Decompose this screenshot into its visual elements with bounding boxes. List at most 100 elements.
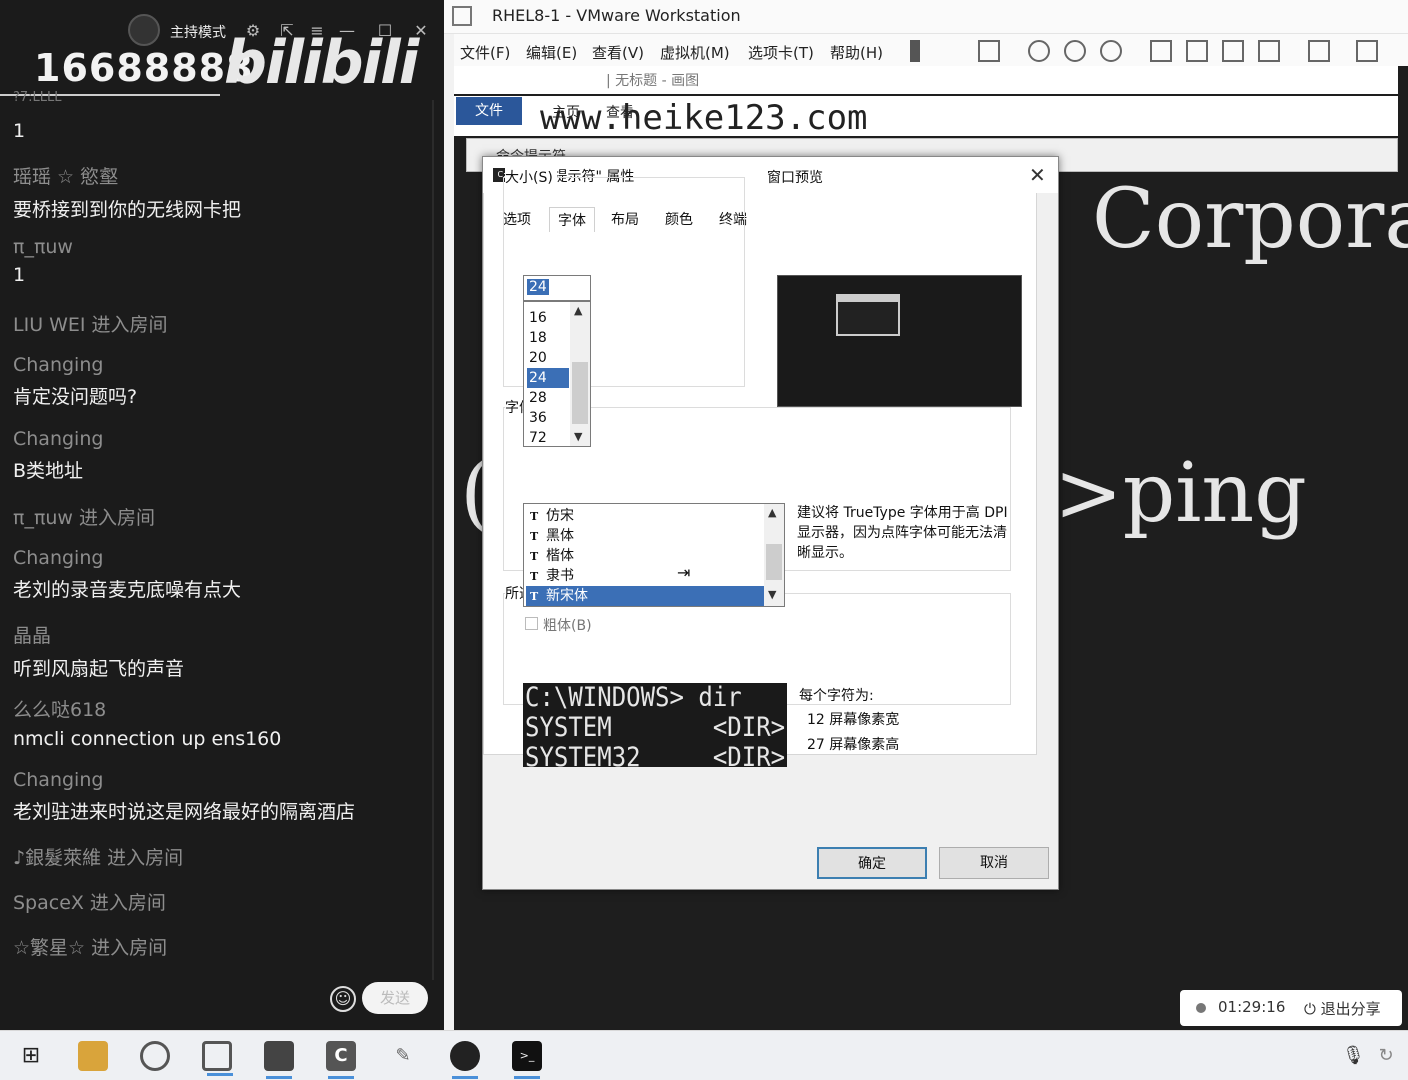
thumbnail-icon[interactable] bbox=[1186, 40, 1208, 62]
avatar-icon[interactable] bbox=[450, 1041, 480, 1079]
font-option-label: 新宋体 bbox=[546, 588, 588, 604]
console-text-corpora: Corpora bbox=[1092, 172, 1408, 267]
font-option[interactable]: T 隶书 bbox=[526, 566, 764, 586]
ok-button[interactable]: 确定 bbox=[817, 847, 927, 879]
file-explorer-icon[interactable] bbox=[78, 1041, 108, 1071]
stretch-icon[interactable] bbox=[1356, 40, 1378, 62]
screen-share-bar: 01:29:16 ⏻ 退出分享 bbox=[1180, 990, 1402, 1026]
join-text: 进入房间 bbox=[91, 937, 168, 959]
font-option[interactable]: T 仿宋 bbox=[526, 506, 764, 526]
unity-icon[interactable] bbox=[1258, 40, 1280, 62]
menu-tabs[interactable]: 选项卡(T) bbox=[748, 42, 814, 63]
font-option-selected[interactable]: T 新宋体 bbox=[526, 586, 764, 606]
chat-message: π_πuw 1 bbox=[13, 236, 433, 286]
snapshot-manager-icon[interactable] bbox=[1100, 40, 1122, 62]
join-text: 进入房间 bbox=[78, 507, 155, 529]
scroll-up-icon[interactable]: ▲ bbox=[574, 304, 582, 317]
chat-username[interactable]: π_πuw bbox=[13, 236, 433, 258]
chat-username[interactable]: Changing bbox=[13, 769, 433, 791]
chat-message: 晶晶 听到风扇起飞的声音 bbox=[13, 621, 433, 681]
send-keys-icon[interactable] bbox=[978, 40, 1000, 62]
paint-titlebar bbox=[454, 66, 1398, 94]
revert-snapshot-icon[interactable] bbox=[1064, 40, 1086, 62]
chat-username[interactable]: Changing bbox=[13, 354, 433, 376]
scroll-up-icon[interactable]: ▲ bbox=[768, 506, 776, 519]
chat-join-notice: LIU WEI 进入房间 bbox=[13, 310, 433, 337]
chat-message: 瑶瑶 ☆ 慾壑 要桥接到到你的无线网卡把 bbox=[13, 162, 433, 222]
size-input[interactable]: 24 bbox=[523, 275, 591, 301]
font-option[interactable]: T 楷体 bbox=[526, 546, 764, 566]
truetype-icon: T bbox=[530, 590, 539, 603]
scroll-down-icon[interactable]: ▼ bbox=[768, 588, 776, 601]
partial-username: ?7:LLLL bbox=[13, 90, 62, 105]
emoji-icon[interactable]: ☺ bbox=[330, 986, 356, 1012]
chat-text: 要桥接到到你的无线网卡把 bbox=[13, 199, 242, 221]
console-view-icon[interactable] bbox=[1308, 40, 1330, 62]
chat-text: 老刘驻进来时说这是网络最好的隔离酒店 bbox=[13, 801, 356, 823]
chat-username[interactable]: 晶晶 bbox=[13, 621, 433, 648]
host-mode-label[interactable]: 主持模式 bbox=[170, 22, 226, 42]
recording-dot-icon bbox=[1196, 1003, 1206, 1013]
size-option[interactable]: 72 bbox=[527, 428, 569, 448]
bold-checkbox[interactable] bbox=[525, 617, 538, 630]
start-icon[interactable]: ⊞ bbox=[16, 1041, 46, 1071]
chat-text: 肯定没问题吗? bbox=[13, 386, 138, 408]
chat-username[interactable]: Changing bbox=[13, 428, 433, 450]
scroll-down-icon[interactable]: ▼ bbox=[574, 430, 582, 443]
fullscreen-icon[interactable] bbox=[1222, 40, 1244, 62]
chat-username[interactable]: π_πuw bbox=[13, 507, 73, 529]
font-option[interactable]: T 黑体 bbox=[526, 526, 764, 546]
menu-vm[interactable]: 虚拟机(M) bbox=[660, 42, 730, 63]
monitor-icon[interactable] bbox=[264, 1041, 294, 1079]
menu-edit[interactable]: 编辑(E) bbox=[526, 42, 577, 63]
scroll-thumb[interactable] bbox=[572, 362, 588, 424]
font-list-scrollbar[interactable]: ▲ ▼ bbox=[764, 504, 784, 606]
chat-username[interactable]: 么么哒618 bbox=[13, 695, 433, 722]
terminal-icon[interactable]: >_ bbox=[512, 1041, 542, 1079]
chat-username[interactable]: ♪銀髮萊維 bbox=[13, 847, 101, 869]
vmware-icon[interactable] bbox=[202, 1041, 233, 1076]
chat-message: Changing 肯定没问题吗? bbox=[13, 354, 433, 409]
chat-username[interactable]: LIU WEI bbox=[13, 314, 86, 336]
char-width: 12 屏幕像素宽 bbox=[807, 712, 900, 728]
size-option[interactable]: 16 bbox=[527, 308, 569, 328]
size-option[interactable]: 36 bbox=[527, 408, 569, 428]
font-list[interactable]: T 仿宋 T 黑体 T 楷体 T 隶书 T 新宋体 ▲ ▼ bbox=[523, 503, 785, 607]
vmware-app-icon bbox=[452, 6, 472, 26]
menu-file[interactable]: 文件(F) bbox=[460, 42, 510, 63]
paint-file-tab[interactable]: 文件 bbox=[456, 97, 522, 125]
chat-username[interactable]: 瑶瑶 ☆ 慾壑 bbox=[13, 162, 433, 189]
send-button[interactable]: 发送 bbox=[362, 982, 428, 1014]
app-c-icon[interactable]: C bbox=[326, 1041, 356, 1079]
scroll-thumb[interactable] bbox=[766, 544, 782, 580]
chat-message: Changing 老刘驻进来时说这是网络最好的隔离酒店 bbox=[13, 769, 433, 824]
chat-username[interactable]: ☆繁星☆ bbox=[13, 937, 85, 959]
size-option[interactable]: 28 bbox=[527, 388, 569, 408]
feather-icon[interactable]: ✎ bbox=[388, 1041, 418, 1071]
size-list[interactable]: 16 18 20 24 28 36 72 ▲ ▼ bbox=[523, 301, 591, 447]
exit-share-button[interactable]: ⏻ 退出分享 bbox=[1304, 998, 1381, 1019]
snapshot-icon[interactable] bbox=[1028, 40, 1050, 62]
chat-message: Changing B类地址 bbox=[13, 428, 433, 483]
menu-view[interactable]: 查看(V) bbox=[592, 42, 644, 63]
font-option-label: 隶书 bbox=[546, 568, 574, 584]
sync-icon[interactable]: ↻ bbox=[1374, 1041, 1398, 1071]
chat-message: 么么哒618 nmcli connection up ens160 bbox=[13, 695, 433, 750]
cancel-button[interactable]: 取消 bbox=[939, 847, 1049, 879]
size-option-selected[interactable]: 24 bbox=[527, 368, 569, 388]
microphone-icon[interactable]: 🎙 bbox=[1342, 1041, 1365, 1071]
pause-icon[interactable] bbox=[910, 40, 920, 62]
chat-username[interactable]: Changing bbox=[13, 547, 433, 569]
chat-text: 老刘的录音麦克底噪有点大 bbox=[13, 579, 242, 601]
dialog-close-icon[interactable]: ✕ bbox=[1029, 163, 1046, 187]
browser-icon[interactable] bbox=[140, 1041, 170, 1071]
size-list-scrollbar[interactable]: ▲ ▼ bbox=[570, 302, 590, 446]
size-option[interactable]: 20 bbox=[527, 348, 569, 368]
live-chat-panel: 主持模式 ⚙ ⇱ ≡ — ☐ ✕ 16688888 bilibili ?7:LL… bbox=[0, 0, 444, 1030]
size-option[interactable]: 18 bbox=[527, 328, 569, 348]
chat-username[interactable]: SpaceX bbox=[13, 892, 84, 914]
library-icon[interactable] bbox=[1150, 40, 1172, 62]
char-size-label: 每个字符为: bbox=[799, 688, 874, 704]
chat-scrollbar[interactable] bbox=[432, 100, 434, 980]
menu-help[interactable]: 帮助(H) bbox=[830, 42, 883, 63]
